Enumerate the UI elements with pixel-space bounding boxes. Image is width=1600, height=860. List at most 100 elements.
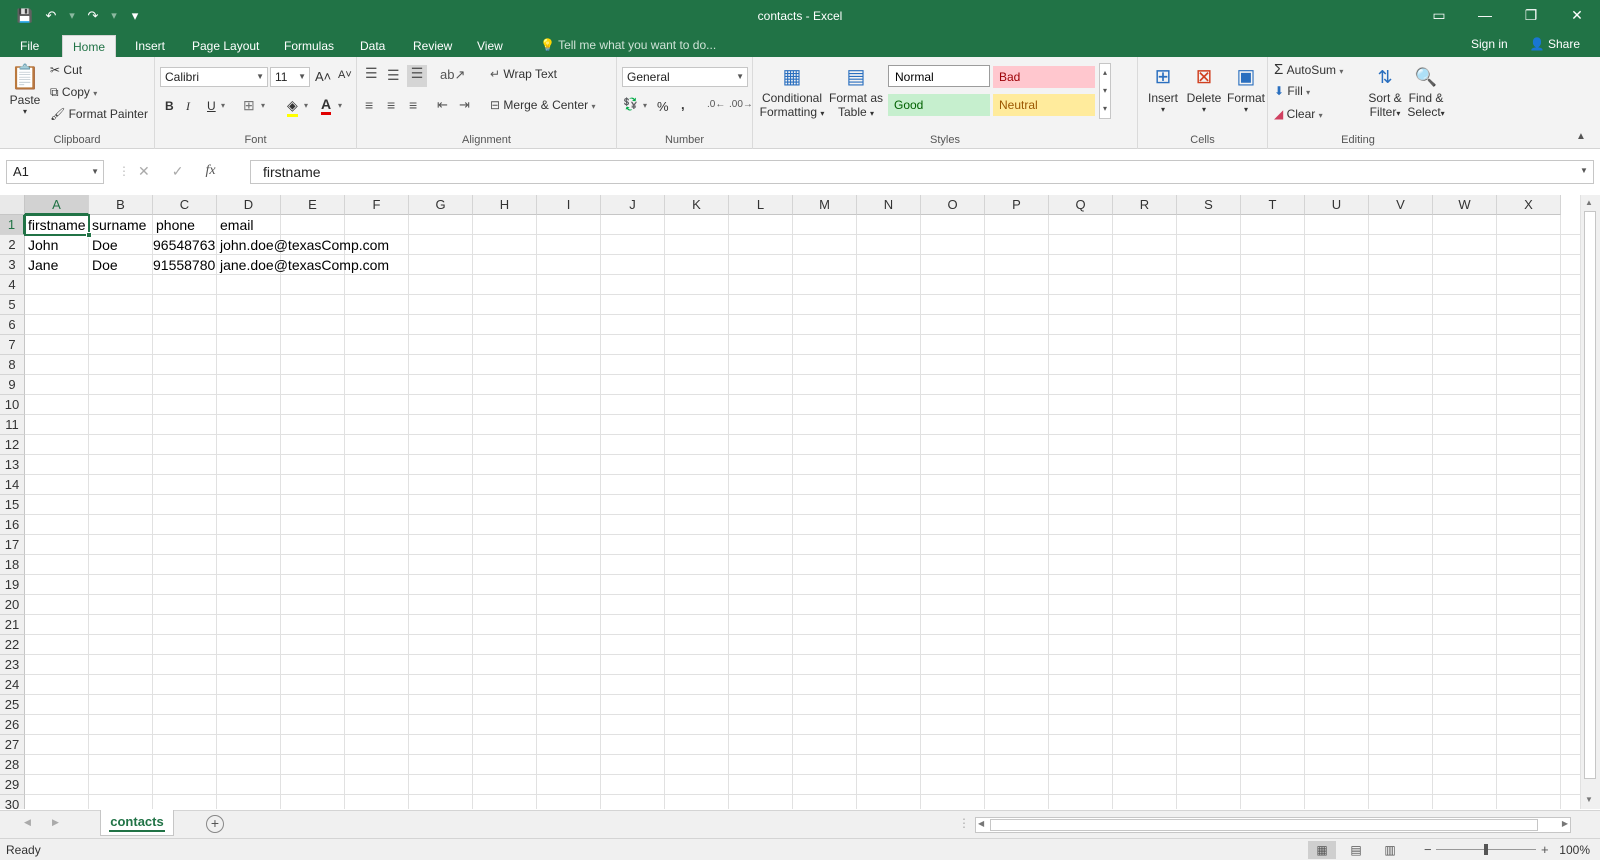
horizontal-scrollbar[interactable]: ◀ ▶ [975,817,1571,833]
format-cells-button[interactable]: ▣ Format ▾ [1226,63,1266,114]
number-format-select[interactable]: General ▼ [622,67,748,87]
prev-sheet-icon[interactable]: ◀ [24,817,31,828]
row-header-10[interactable]: 10 [0,395,25,415]
page-layout-view-icon[interactable]: ▤ [1342,841,1370,859]
row-header-18[interactable]: 18 [0,555,25,575]
row-header-19[interactable]: 19 [0,575,25,595]
row-header-1[interactable]: 1 [0,215,25,235]
column-header-b[interactable]: B [89,195,153,215]
row-header-7[interactable]: 7 [0,335,25,355]
font-name-select[interactable]: Calibri ▼ [160,67,268,87]
decrease-decimal-icon[interactable]: .00→ [729,99,753,110]
zoom-slider-thumb[interactable] [1484,844,1488,855]
row-header-21[interactable]: 21 [0,615,25,635]
cell-A3[interactable]: Jane [25,255,89,275]
style-bad[interactable]: Bad [993,66,1095,88]
row-header-13[interactable]: 13 [0,455,25,475]
column-header-v[interactable]: V [1369,195,1433,215]
orientation-icon[interactable]: ab↗ [440,67,465,83]
row-header-5[interactable]: 5 [0,295,25,315]
cell-B3[interactable]: Doe [89,255,153,275]
cell-A2[interactable]: John [25,235,89,255]
row-header-24[interactable]: 24 [0,675,25,695]
scroll-up-icon[interactable]: ▲ [1585,198,1593,207]
zoom-out-button[interactable]: − [1424,842,1432,857]
fill-color-icon[interactable]: ◈ [287,97,298,117]
restore-button[interactable]: ❐ [1508,0,1554,32]
row-header-17[interactable]: 17 [0,535,25,555]
tab-view[interactable]: View [467,35,513,57]
column-header-k[interactable]: K [665,195,729,215]
clear-button[interactable]: ◢ Clear ▾ [1274,107,1323,121]
format-as-table-button[interactable]: ▤ Format as Table ▾ [829,63,883,119]
row-header-3[interactable]: 3 [0,255,25,275]
sheet-tab-contacts[interactable]: contacts [100,810,174,836]
tell-me-box[interactable]: 💡 Tell me what you want to do... [540,38,716,52]
row-header-14[interactable]: 14 [0,475,25,495]
font-size-select[interactable]: 11 ▼ [270,67,310,87]
shrink-font-button[interactable]: A˅ [338,69,352,81]
align-top-icon[interactable]: ☰ [365,65,378,82]
row-header-27[interactable]: 27 [0,735,25,755]
cancel-entry-icon[interactable]: ✕ [138,163,150,180]
copy-button[interactable]: ⧉ Copy ▾ [50,85,97,100]
cell-C2[interactable]: 96548763 [153,235,217,255]
column-header-o[interactable]: O [921,195,985,215]
row-header-8[interactable]: 8 [0,355,25,375]
tab-data[interactable]: Data [350,35,395,57]
row-header-12[interactable]: 12 [0,435,25,455]
cell-B2[interactable]: Doe [89,235,153,255]
underline-dropdown-icon[interactable]: ▾ [221,101,225,110]
expand-formula-bar-icon[interactable]: ▼ [1580,166,1588,175]
column-header-q[interactable]: Q [1049,195,1113,215]
font-color-dropdown-icon[interactable]: ▾ [338,101,342,110]
align-right-icon[interactable]: ≡ [409,97,417,113]
minimize-button[interactable]: — [1462,0,1508,32]
column-header-u[interactable]: U [1305,195,1369,215]
find-select-button[interactable]: 🔍 Find & Select▾ [1406,63,1446,119]
column-header-h[interactable]: H [473,195,537,215]
row-header-28[interactable]: 28 [0,755,25,775]
share-button[interactable]: 👤 Share [1530,37,1580,51]
column-header-c[interactable]: C [153,195,217,215]
currency-icon[interactable]: 💱 [623,97,638,111]
formula-input[interactable]: firstname [250,160,1594,184]
close-button[interactable]: ✕ [1554,0,1600,32]
select-all-corner[interactable] [0,195,25,215]
increase-indent-icon[interactable]: ⇥ [459,97,470,113]
name-box[interactable]: A1 ▼ [6,160,104,184]
tab-formulas[interactable]: Formulas [274,35,344,57]
fill-handle[interactable] [86,232,92,238]
column-header-e[interactable]: E [281,195,345,215]
currency-dropdown-icon[interactable]: ▾ [643,101,647,110]
scroll-left-icon[interactable]: ◀ [978,819,984,828]
column-header-p[interactable]: P [985,195,1049,215]
column-header-g[interactable]: G [409,195,473,215]
sign-in-link[interactable]: Sign in [1471,37,1508,51]
row-header-30[interactable]: 30 [0,795,25,809]
tab-page-layout[interactable]: Page Layout [182,35,269,57]
increase-decimal-icon[interactable]: .0← [707,99,725,110]
column-header-w[interactable]: W [1433,195,1497,215]
autosum-button[interactable]: Σ AutoSum ▾ [1274,61,1343,78]
row-header-23[interactable]: 23 [0,655,25,675]
next-sheet-icon[interactable]: ▶ [52,817,59,828]
fill-button[interactable]: ⬇ Fill ▾ [1274,84,1310,98]
ribbon-display-options-icon[interactable]: ▭ [1416,0,1462,32]
collapse-ribbon-icon[interactable]: ▲ [1576,131,1586,142]
column-header-n[interactable]: N [857,195,921,215]
row-header-26[interactable]: 26 [0,715,25,735]
row-header-20[interactable]: 20 [0,595,25,615]
column-header-f[interactable]: F [345,195,409,215]
cell-C1[interactable]: phone [153,215,217,235]
column-header-m[interactable]: M [793,195,857,215]
font-color-icon[interactable]: A [321,96,332,115]
borders-dropdown-icon[interactable]: ▾ [261,101,265,110]
column-header-a[interactable]: A [25,195,89,215]
tab-insert[interactable]: Insert [125,35,175,57]
horizontal-scroll-thumb[interactable] [990,819,1538,831]
cell-B1[interactable]: surname [89,215,153,235]
delete-cells-button[interactable]: ⊠ Delete ▾ [1184,63,1224,114]
percent-button[interactable]: % [657,99,669,114]
page-break-preview-icon[interactable]: ▥ [1376,841,1404,859]
